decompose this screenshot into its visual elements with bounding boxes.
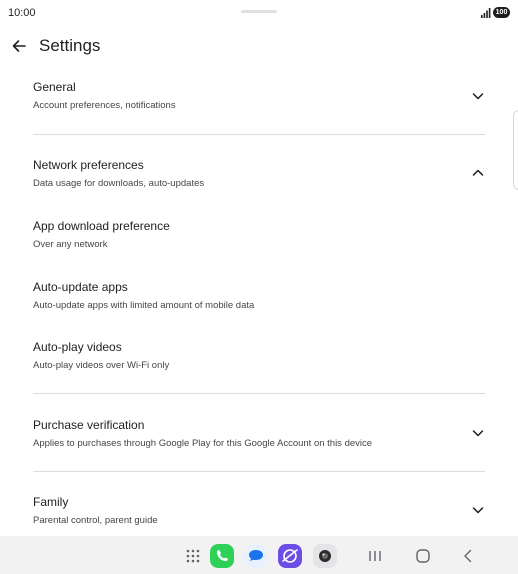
settings-item-purchase-verification[interactable]: Purchase verification Applies to purchas… <box>33 418 487 449</box>
chevron-down-icon[interactable] <box>471 503 485 517</box>
internet-app-icon[interactable] <box>278 544 302 568</box>
item-subtitle: Account preferences, notifications <box>33 100 176 111</box>
status-time: 10:00 <box>8 7 36 19</box>
item-title: Network preferences <box>33 158 144 172</box>
item-subtitle: Data usage for downloads, auto-updates <box>33 178 205 189</box>
app-bar: Settings <box>0 30 518 62</box>
status-bar: 10:00 100 <box>0 0 518 26</box>
messages-app-icon[interactable] <box>244 544 268 568</box>
navigation-bar <box>0 536 518 574</box>
divider <box>33 471 485 472</box>
signal-icon <box>481 8 491 18</box>
chevron-down-icon[interactable] <box>471 89 485 103</box>
item-subtitle: Over any network <box>33 239 108 250</box>
settings-item-family[interactable]: Family Parental control, parent guide <box>33 495 487 526</box>
item-title: Purchase verification <box>33 418 145 432</box>
item-subtitle: Auto-update apps with limited amount of … <box>33 300 255 311</box>
battery-indicator: 100 <box>493 7 510 18</box>
arrow-left-icon[interactable] <box>10 37 28 55</box>
chevron-up-icon[interactable] <box>471 166 485 180</box>
settings-item-auto-update-apps[interactable]: Auto-update apps Auto-update apps with l… <box>33 280 487 311</box>
phone-app-icon[interactable] <box>210 544 234 568</box>
item-title: Auto-play videos <box>33 340 122 354</box>
item-subtitle: Parental control, parent guide <box>33 515 158 526</box>
settings-item-general[interactable]: General Account preferences, notificatio… <box>33 80 487 111</box>
chevron-down-icon[interactable] <box>471 426 485 440</box>
item-title: Auto-update apps <box>33 280 128 294</box>
back-icon[interactable] <box>458 546 478 566</box>
settings-item-app-download-preference[interactable]: App download preference Over any network <box>33 219 487 250</box>
divider <box>33 393 485 394</box>
recents-icon[interactable] <box>365 546 385 566</box>
item-subtitle: Auto-play videos over Wi-Fi only <box>33 360 170 371</box>
item-subtitle: Applies to purchases through Google Play… <box>33 438 373 449</box>
divider <box>33 134 485 135</box>
settings-item-auto-play-videos[interactable]: Auto-play videos Auto-play videos over W… <box>33 340 487 371</box>
app-grid-icon[interactable] <box>183 546 203 566</box>
settings-item-network-preferences[interactable]: Network preferences Data usage for downl… <box>33 158 487 189</box>
edge-panel-handle[interactable] <box>513 110 518 190</box>
camera-app-icon[interactable] <box>313 544 337 568</box>
camera-notch <box>241 10 277 13</box>
item-title: General <box>33 80 76 94</box>
page-title: Settings <box>39 36 101 55</box>
home-icon[interactable] <box>413 546 433 566</box>
item-title: Family <box>33 495 69 509</box>
item-title: App download preference <box>33 219 170 233</box>
